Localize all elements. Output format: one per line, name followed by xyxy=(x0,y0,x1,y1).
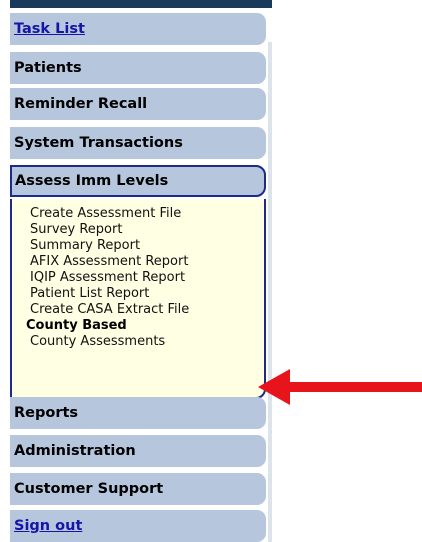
red-arrow-pointing-left-icon xyxy=(258,369,422,405)
submenu-heading-county-based: County Based xyxy=(26,318,127,333)
assess-imm-levels-submenu: Create Assessment File Survey Report Sum… xyxy=(10,199,266,399)
submenu-item-survey-report[interactable]: Survey Report xyxy=(30,222,264,238)
submenu-item-afix-assessment-report[interactable]: AFIX Assessment Report xyxy=(30,254,264,270)
sidebar-item-customer-support[interactable]: Customer Support xyxy=(10,473,266,505)
sidebar-item-reports[interactable]: Reports xyxy=(10,397,266,429)
sidebar-nav: Task List Patients Reminder Recall Syste… xyxy=(10,0,272,542)
sidebar-item-patients[interactable]: Patients xyxy=(10,52,266,84)
sidebar-item-administration[interactable]: Administration xyxy=(10,435,266,467)
sidebar-top-bar xyxy=(10,0,272,8)
sidebar-item-sign-out[interactable]: Sign out xyxy=(10,510,266,542)
sidebar-item-task-list[interactable]: Task List xyxy=(10,13,266,45)
submenu-item-county-assessments[interactable]: County Assessments xyxy=(30,334,264,350)
submenu-item-patient-list-report[interactable]: Patient List Report xyxy=(30,286,264,302)
sidebar-scroll-track xyxy=(268,42,272,542)
sidebar-item-system-transactions[interactable]: System Transactions xyxy=(10,127,266,159)
submenu-item-create-assessment-file[interactable]: Create Assessment File xyxy=(30,206,264,222)
sidebar-item-reminder-recall[interactable]: Reminder Recall xyxy=(10,88,266,120)
sidebar-item-assess-imm-levels[interactable]: Assess Imm Levels xyxy=(10,165,266,197)
submenu-item-summary-report[interactable]: Summary Report xyxy=(30,238,264,254)
submenu-item-iqip-assessment-report[interactable]: IQIP Assessment Report xyxy=(30,270,264,286)
submenu-item-create-casa-extract-file[interactable]: Create CASA Extract File xyxy=(30,302,264,318)
